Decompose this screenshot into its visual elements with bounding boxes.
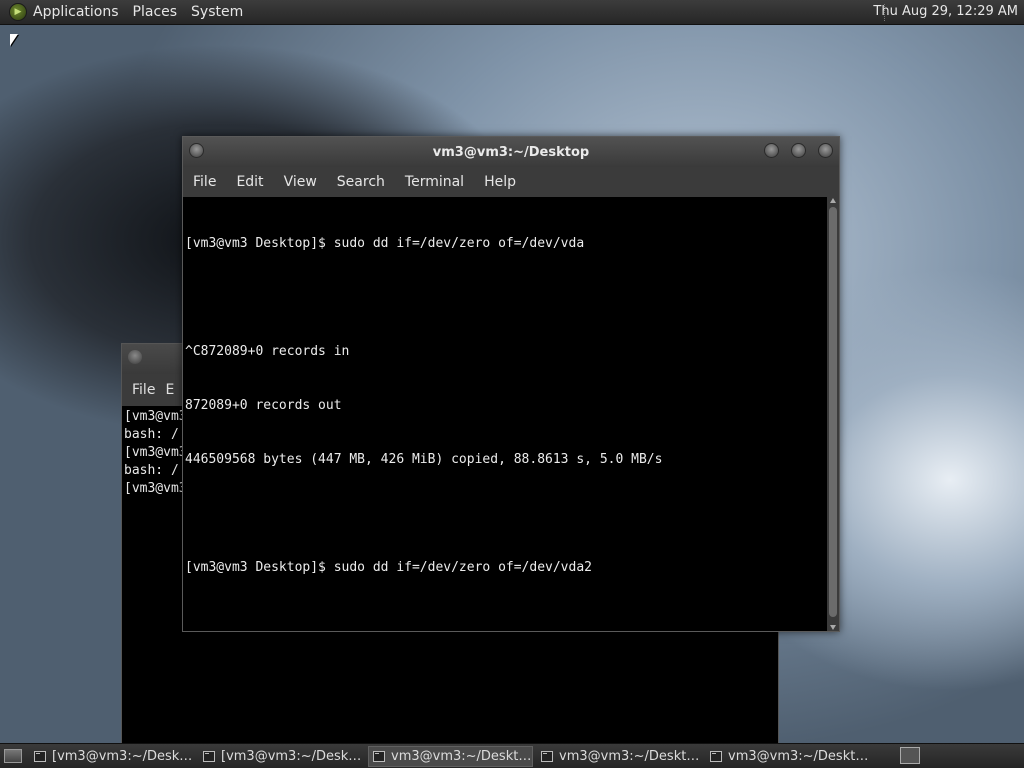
mouse-cursor-icon: [10, 34, 18, 46]
menubar: File Edit View Search Terminal Help: [183, 167, 839, 197]
terminal-icon: [710, 750, 722, 762]
terminal-area[interactable]: [vm3@vm3 Desktop]$ sudo dd if=/dev/zero …: [183, 197, 839, 631]
terminal-icon: [541, 750, 553, 762]
terminal-line: [vm3@vm3 Desktop]$ sudo dd if=/dev/zero …: [185, 236, 585, 251]
maximize-button[interactable]: [791, 143, 806, 158]
top-panel: ▶ Applications Places System Thu Aug 29,…: [0, 0, 1024, 25]
terminal-line: 872089+0 records out: [185, 398, 342, 413]
terminal-icon: [34, 750, 46, 762]
menu-applications[interactable]: Applications: [33, 4, 119, 20]
clock[interactable]: Thu Aug 29, 12:29 AM: [873, 4, 1018, 19]
terminal-output[interactable]: [vm3@vm3 Desktop]$ sudo dd if=/dev/zero …: [185, 199, 825, 613]
taskbar-item-label: vm3@vm3:~/Desktop: [391, 748, 532, 764]
distro-logo-icon[interactable]: ▶: [9, 3, 27, 21]
show-desktop-icon[interactable]: [4, 749, 22, 763]
taskbar-item-label: [vm3@vm3:~/Deskt...: [221, 748, 364, 764]
scroll-up-icon[interactable]: [830, 198, 836, 203]
window-menu-button[interactable]: [128, 350, 142, 364]
terminal-line: 446509568 bytes (447 MB, 426 MiB) copied…: [185, 452, 663, 467]
menu-system[interactable]: System: [191, 4, 243, 20]
taskbar-item-label: [vm3@vm3:~/Deskt...: [52, 748, 195, 764]
menu-file[interactable]: File: [132, 382, 155, 398]
taskbar-item[interactable]: vm3@vm3:~/Desktop: [537, 746, 702, 767]
taskbar-item[interactable]: vm3@vm3:~/Desktop: [706, 746, 871, 767]
terminal-line: ^C872089+0 records in: [185, 344, 350, 359]
taskbar-item[interactable]: [vm3@vm3:~/Deskt...: [30, 746, 195, 767]
menu-edit[interactable]: Edit: [236, 174, 263, 190]
menu-terminal[interactable]: Terminal: [405, 174, 464, 190]
menu-search[interactable]: Search: [337, 174, 385, 190]
taskbar-item-label: vm3@vm3:~/Desktop: [559, 748, 702, 764]
menu-edit[interactable]: E: [165, 382, 174, 398]
window-title: vm3@vm3:~/Desktop: [432, 144, 590, 160]
vertical-scrollbar[interactable]: [827, 197, 839, 631]
taskbar-item[interactable]: [vm3@vm3:~/Deskt...: [199, 746, 364, 767]
window-menu-button[interactable]: [189, 143, 204, 158]
menu-file[interactable]: File: [193, 174, 216, 190]
taskbar-item-label: vm3@vm3:~/Desktop: [728, 748, 871, 764]
scrollbar-thumb[interactable]: [829, 207, 837, 617]
terminal-line: [vm3@vm3 Desktop]$ sudo dd if=/dev/zero …: [185, 560, 592, 575]
menu-view[interactable]: View: [284, 174, 317, 190]
terminal-window[interactable]: vm3@vm3:~/Desktop File Edit View Search …: [182, 136, 840, 632]
bottom-taskbar: [vm3@vm3:~/Deskt... [vm3@vm3:~/Deskt... …: [0, 743, 1024, 768]
minimize-button[interactable]: [764, 143, 779, 158]
taskbar-item-active[interactable]: vm3@vm3:~/Desktop: [368, 745, 533, 767]
terminal-icon: [203, 750, 215, 762]
scroll-down-icon[interactable]: [830, 625, 836, 630]
menu-places[interactable]: Places: [133, 4, 178, 20]
workspace-switcher[interactable]: [900, 747, 920, 764]
menu-help[interactable]: Help: [484, 174, 516, 190]
window-titlebar[interactable]: vm3@vm3:~/Desktop: [183, 137, 839, 167]
close-button[interactable]: [818, 143, 833, 158]
terminal-icon: [373, 750, 385, 762]
